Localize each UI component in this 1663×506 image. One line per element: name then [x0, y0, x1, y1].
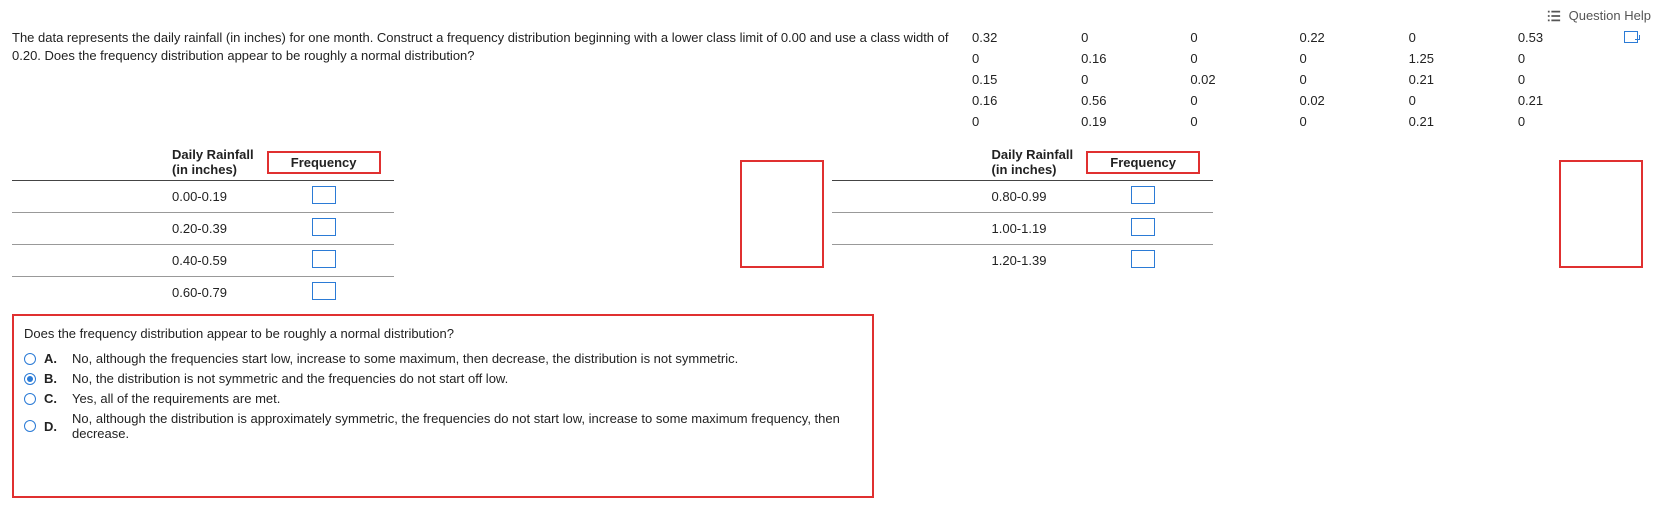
data-value: 0 — [1518, 113, 1611, 130]
data-value: 0.22 — [1299, 29, 1392, 46]
table-row: 0.20-0.39 — [12, 213, 394, 245]
data-value: 0 — [1409, 29, 1502, 46]
data-grid: 0.32000.2200.5300.16001.2500.1500.0200.2… — [972, 29, 1611, 130]
class-interval: 1.00-1.19 — [832, 213, 1074, 245]
mc-option[interactable]: C. Yes, all of the requirements are met. — [24, 391, 862, 406]
question-help-link[interactable]: Question Help — [1569, 8, 1651, 23]
data-value: 0 — [972, 50, 1065, 67]
data-value: 0 — [1518, 71, 1611, 88]
table-row: 1.00-1.19 — [832, 213, 1214, 245]
data-value: 0.15 — [972, 71, 1065, 88]
data-value: 0 — [1190, 92, 1283, 109]
option-text: Yes, all of the requirements are met. — [72, 391, 280, 406]
data-value: 0.56 — [1081, 92, 1174, 109]
data-value: 0 — [1409, 92, 1502, 109]
data-value: 0.21 — [1409, 71, 1502, 88]
data-value: 0 — [972, 113, 1065, 130]
frequency-input[interactable] — [1131, 186, 1155, 204]
option-letter: A. — [44, 351, 60, 366]
class-interval: 0.20-0.39 — [12, 213, 254, 245]
data-value: 0 — [1190, 50, 1283, 67]
frequency-input[interactable] — [312, 186, 336, 204]
data-value: 0 — [1299, 71, 1392, 88]
table-right-header-frequency: Frequency — [1086, 151, 1200, 174]
table-row: 0.80-0.99 — [832, 181, 1214, 213]
data-value: 0.21 — [1518, 92, 1611, 109]
class-interval: 0.40-0.59 — [12, 245, 254, 277]
data-value: 0.02 — [1299, 92, 1392, 109]
frequency-inputs-left-outline — [740, 160, 824, 268]
frequency-input[interactable] — [312, 250, 336, 268]
table-row: 0.60-0.79 — [12, 277, 394, 309]
data-value: 0 — [1299, 50, 1392, 67]
option-letter: B. — [44, 371, 60, 386]
data-value: 0.21 — [1409, 113, 1502, 130]
mc-option[interactable]: B. No, the distribution is not symmetric … — [24, 371, 862, 386]
radio-button[interactable] — [24, 420, 36, 432]
data-value: 0 — [1299, 113, 1392, 130]
data-value: 0 — [1081, 29, 1174, 46]
top-header-bar: Question Help — [12, 8, 1651, 23]
data-value: 0.16 — [972, 92, 1065, 109]
class-interval: 0.60-0.79 — [12, 277, 254, 309]
data-value: 0 — [1190, 113, 1283, 130]
data-value: 0 — [1190, 29, 1283, 46]
data-value: 0 — [1081, 71, 1174, 88]
class-interval: 1.20-1.39 — [832, 245, 1074, 277]
class-interval: 0.00-0.19 — [12, 181, 254, 213]
option-letter: C. — [44, 391, 60, 406]
data-value: 1.25 — [1409, 50, 1502, 67]
option-text: No, the distribution is not symmetric an… — [72, 371, 508, 386]
option-text: No, although the distribution is approxi… — [72, 411, 862, 441]
list-icon — [1547, 9, 1561, 23]
data-value: 0.16 — [1081, 50, 1174, 67]
data-value: 0.53 — [1518, 29, 1611, 46]
radio-button[interactable] — [24, 373, 36, 385]
frequency-input[interactable] — [1131, 218, 1155, 236]
table-row: 1.20-1.39 — [832, 245, 1214, 277]
frequency-input[interactable] — [312, 282, 336, 300]
data-value: 0.19 — [1081, 113, 1174, 130]
table-row: 0.40-0.59 — [12, 245, 394, 277]
option-text: No, although the frequencies start low, … — [72, 351, 738, 366]
mc-prompt: Does the frequency distribution appear t… — [24, 326, 862, 341]
table-right-header-units: (in inches) — [992, 162, 1057, 177]
table-left-header-frequency: Frequency — [267, 151, 381, 174]
question-prompt: The data represents the daily rainfall (… — [12, 29, 972, 65]
table-left-header-units: (in inches) — [172, 162, 237, 177]
frequency-table-left: Daily Rainfall (in inches) Frequency 0.0… — [12, 144, 394, 308]
table-right-header-rainfall: Daily Rainfall — [992, 147, 1074, 162]
data-value: 0.02 — [1190, 71, 1283, 88]
radio-button[interactable] — [24, 393, 36, 405]
multiple-choice-block: Does the frequency distribution appear t… — [12, 314, 874, 498]
mc-option[interactable]: A. No, although the frequencies start low… — [24, 351, 862, 366]
data-value: 0 — [1518, 50, 1611, 67]
frequency-table-right: Daily Rainfall (in inches) Frequency 0.8… — [832, 144, 1214, 276]
frequency-input[interactable] — [1131, 250, 1155, 268]
class-interval: 0.80-0.99 — [832, 181, 1074, 213]
copy-data-icon[interactable] — [1624, 31, 1638, 43]
table-left-header-rainfall: Daily Rainfall — [172, 147, 254, 162]
mc-option[interactable]: D. No, although the distribution is appro… — [24, 411, 862, 441]
data-value: 0.32 — [972, 29, 1065, 46]
frequency-input[interactable] — [312, 218, 336, 236]
option-letter: D. — [44, 419, 60, 434]
table-row: 0.00-0.19 — [12, 181, 394, 213]
frequency-inputs-right-outline — [1559, 160, 1643, 268]
radio-button[interactable] — [24, 353, 36, 365]
